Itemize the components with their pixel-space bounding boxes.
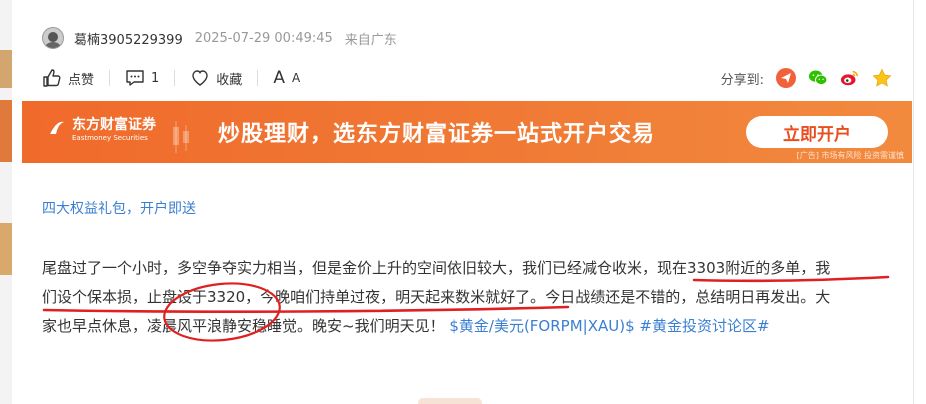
topic-tag-link[interactable]: #黄金投资讨论区# bbox=[639, 317, 769, 335]
ad-slogan: 炒股理财，选东方财富证券一站式开户交易 bbox=[218, 122, 656, 147]
content-text-highlight: 现在3303附近的多单，我 bbox=[657, 259, 831, 277]
share-weibo-button[interactable] bbox=[840, 68, 860, 88]
side-strip bbox=[0, 100, 12, 162]
star-icon bbox=[872, 68, 892, 87]
wechat-icon bbox=[808, 70, 828, 85]
font-size-small: A bbox=[291, 71, 302, 85]
author-name[interactable]: 葛楠3905229399 bbox=[74, 29, 183, 48]
divider bbox=[257, 70, 259, 86]
thumbs-up-icon bbox=[43, 69, 61, 87]
content-text: 家也早点休息，凌晨风平浪静安稳睡觉。晚安~我们明天见！ bbox=[42, 317, 445, 335]
share-label: 分享到: bbox=[720, 72, 764, 88]
font-size-button[interactable]: AA bbox=[273, 68, 301, 88]
open-account-button[interactable]: 立即开户 bbox=[746, 116, 888, 148]
author-row: 葛楠3905229399 2025-07-29 00:49:45 来自广东 bbox=[42, 26, 397, 50]
share-group: 分享到: bbox=[721, 68, 892, 88]
font-size-large: A bbox=[273, 68, 286, 88]
candlestick-decoration bbox=[173, 121, 189, 153]
favorite-button[interactable]: 收藏 bbox=[190, 68, 242, 88]
content-text: 尾盘过了一个小时，多空争夺实力相当，但是金价上升的空间依旧较大，我们已经减仓收米… bbox=[42, 259, 658, 277]
content-line: 们设个保本损，止盘设于3320，今晚咱们持单过夜，明天起来数米就好了。今日战绩还… bbox=[42, 283, 898, 312]
gift-package-link[interactable]: 四大权益礼包，开户即送 bbox=[42, 198, 196, 218]
like-label: 点赞 bbox=[68, 72, 95, 88]
comment-icon bbox=[126, 70, 144, 86]
content-text: 今日战绩还是不错的，总结明日再发出。大 bbox=[545, 288, 831, 306]
divider bbox=[109, 70, 111, 86]
ad-brand-en: Eastmoney Securities bbox=[72, 134, 148, 142]
action-bar: 点赞 1 收藏 AA 分享到: bbox=[42, 65, 892, 91]
avatar[interactable] bbox=[42, 27, 64, 49]
share-guba-button[interactable] bbox=[776, 68, 796, 88]
ad-logo: 东方财富证券 Eastmoney Securities bbox=[48, 114, 156, 142]
ad-disclaimer: [广告] 市场有风险 投资需谨慎 bbox=[796, 151, 904, 160]
comment-button[interactable]: 1 bbox=[125, 68, 159, 88]
post-location: 来自广东 bbox=[344, 32, 397, 48]
divider bbox=[174, 70, 176, 86]
ad-brand-cn: 东方财富证券 bbox=[72, 117, 156, 133]
heart-icon bbox=[192, 70, 208, 86]
post-time: 2025-07-29 00:49:45 bbox=[194, 30, 333, 46]
share-qzone-button[interactable] bbox=[872, 68, 892, 88]
content-text-highlight: 们设个保本损，止盘设于3320，今晚咱们持单过夜，明天起来数米就好了。 bbox=[42, 288, 546, 306]
weibo-icon bbox=[840, 70, 858, 86]
bottom-decoration bbox=[418, 398, 482, 404]
content-line: 家也早点休息，凌晨风平浪静安稳睡觉。晚安~我们明天见！ $黄金/美元(FORPM… bbox=[42, 312, 898, 341]
share-wechat-button[interactable] bbox=[808, 68, 828, 88]
side-strip bbox=[0, 50, 12, 88]
favorite-label: 收藏 bbox=[216, 72, 243, 88]
eastmoney-logo-icon bbox=[50, 121, 64, 134]
stock-tag-link[interactable]: $黄金/美元(FORPM|XAU)$ bbox=[449, 317, 634, 335]
ad-banner[interactable]: 东方财富证券 Eastmoney Securities 炒股理财，选东方财富证券… bbox=[22, 101, 912, 163]
side-strip bbox=[0, 223, 12, 275]
right-border bbox=[913, 0, 914, 404]
comment-count: 1 bbox=[151, 70, 160, 86]
like-button[interactable]: 点赞 bbox=[42, 68, 94, 88]
content-line: 尾盘过了一个小时，多空争夺实力相当，但是金价上升的空间依旧较大，我们已经减仓收米… bbox=[42, 254, 898, 283]
paper-plane-icon bbox=[781, 73, 791, 83]
post-content: 尾盘过了一个小时，多空争夺实力相当，但是金价上升的空间依旧较大，我们已经减仓收米… bbox=[42, 254, 898, 341]
